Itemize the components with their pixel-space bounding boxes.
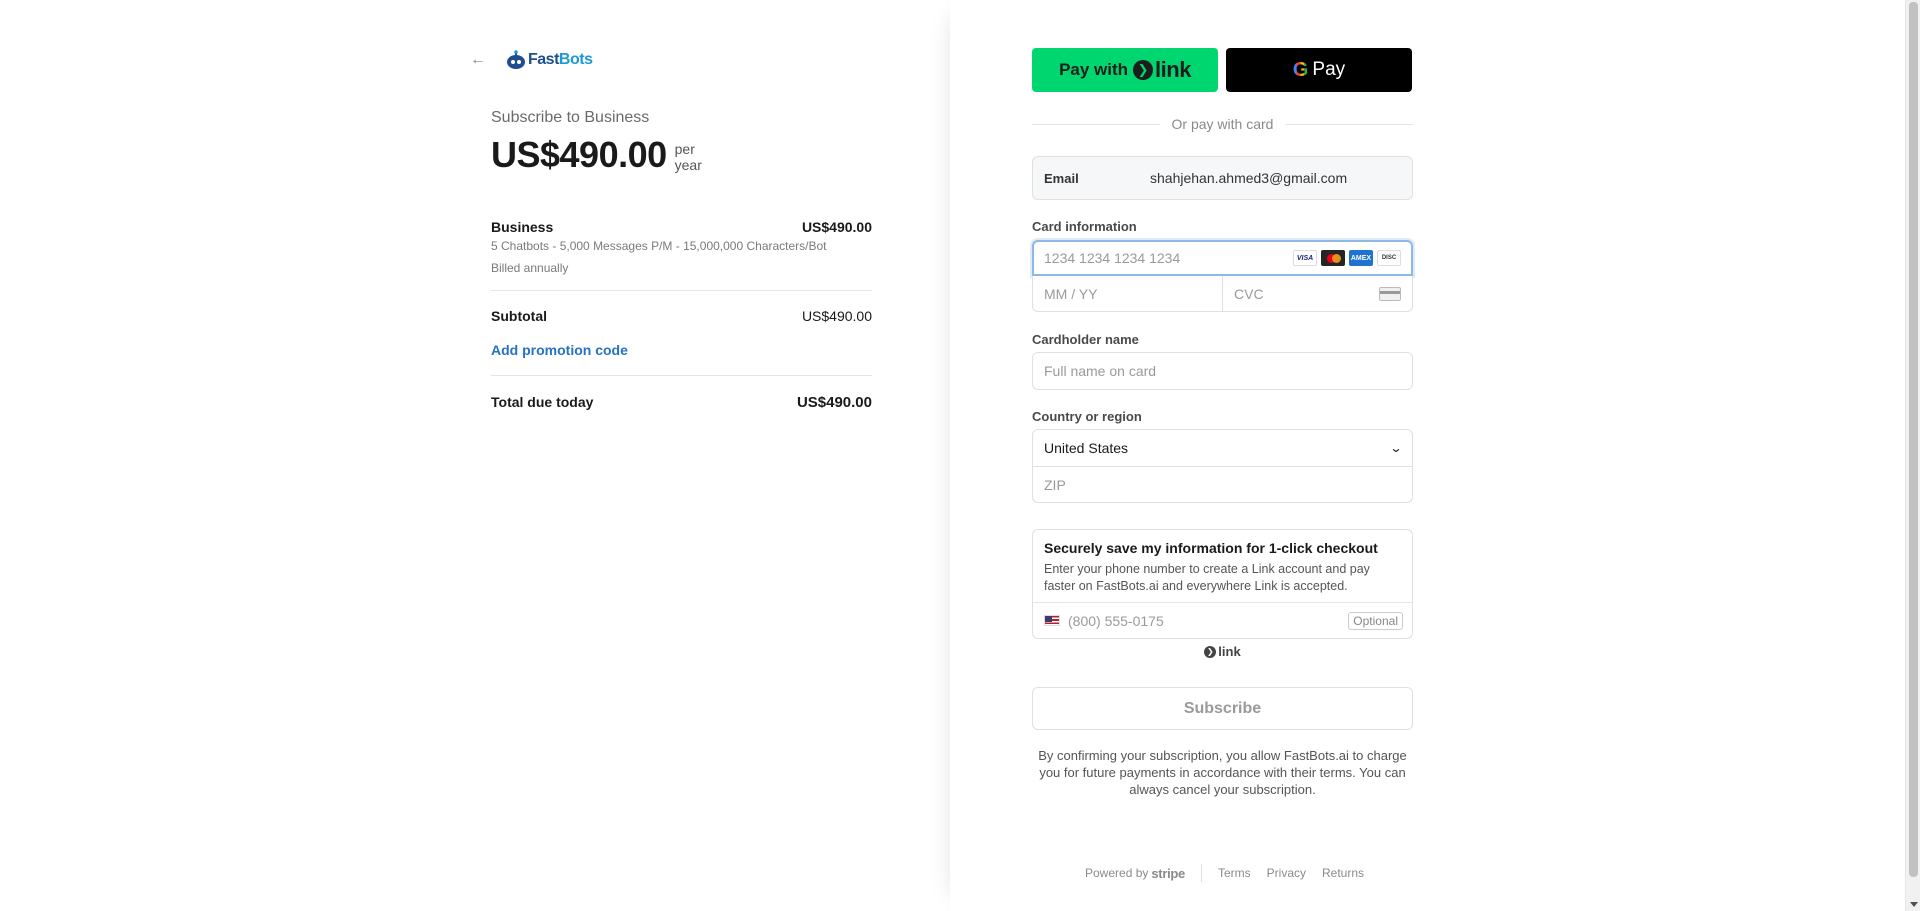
divider: [491, 290, 872, 291]
subscribe-title: Subscribe to Business: [491, 109, 650, 126]
footer: Powered by stripe Terms Privacy Returns: [1085, 864, 1380, 882]
us-flag-icon[interactable]: [1044, 615, 1060, 626]
link-logo: ❯ link: [1133, 57, 1191, 83]
wallet-buttons: Pay with ❯ link G Pay: [1032, 48, 1412, 92]
price: US$490.00: [491, 134, 667, 175]
card-info-label: Card information: [1032, 219, 1137, 234]
country-select[interactable]: United States ⌄: [1032, 429, 1413, 467]
scrollbar[interactable]: [1905, 0, 1920, 911]
pay-with-link-button[interactable]: Pay with ❯ link: [1032, 48, 1218, 92]
robot-icon: [507, 50, 525, 69]
cvc-input[interactable]: CVC: [1223, 276, 1413, 312]
terms-link[interactable]: Terms: [1218, 866, 1251, 880]
card-expiry-cvc: MM / YY CVC: [1032, 276, 1413, 312]
email-value: shahjehan.ahmed3@gmail.com: [1150, 170, 1348, 186]
total-amount: US$490.00: [796, 394, 872, 411]
returns-link[interactable]: Returns: [1322, 866, 1364, 880]
country-label: Country or region: [1032, 409, 1142, 424]
link-arrow-icon: ❯: [1133, 60, 1154, 80]
header: ← FastBots: [470, 50, 593, 70]
line-item: Business US$490.00 5 Chatbots - 5,000 Me…: [491, 219, 872, 275]
google-g-icon: G: [1292, 58, 1309, 81]
cardholder-label: Cardholder name: [1032, 332, 1139, 347]
save-info-description: Enter your phone number to create a Link…: [1044, 562, 1370, 593]
link-save-info-box: Securely save my information for 1-click…: [1032, 529, 1413, 639]
subscribe-button[interactable]: Subscribe: [1032, 687, 1413, 730]
subtotal-label: Subtotal: [491, 308, 547, 324]
scroll-down-icon[interactable]: [1910, 902, 1918, 907]
total-row: Total due today US$490.00: [491, 394, 872, 411]
link-arrow-icon: ❯: [1204, 645, 1217, 658]
total-label: Total due today: [491, 394, 594, 410]
privacy-link[interactable]: Privacy: [1267, 866, 1306, 880]
mastercard-icon: [1321, 250, 1345, 266]
cardholder-name-input[interactable]: Full name on card: [1032, 352, 1413, 390]
phone-input[interactable]: (800) 555-0175 Optional: [1044, 602, 1403, 639]
price-period: per year: [674, 141, 702, 173]
fastbots-logo[interactable]: FastBots: [506, 50, 593, 70]
line-item-billing: Billed annually: [491, 261, 569, 275]
stripe-logo[interactable]: stripe: [1151, 866, 1185, 881]
subtotal-row: Subtotal US$490.00: [491, 308, 872, 324]
zip-input[interactable]: ZIP: [1032, 467, 1413, 503]
card-number-input[interactable]: 1234 1234 1234 1234 VISA AMEX DISC: [1032, 240, 1413, 276]
cvc-card-icon: [1379, 286, 1401, 301]
email-field[interactable]: Email shahjehan.ahmed3@gmail.com: [1032, 156, 1413, 200]
back-arrow-icon[interactable]: ←: [470, 51, 490, 69]
google-pay-button[interactable]: G Pay: [1226, 48, 1412, 92]
email-label: Email: [1044, 170, 1079, 186]
or-divider: Or pay with card: [1032, 116, 1413, 132]
expiry-input[interactable]: MM / YY: [1032, 276, 1223, 312]
powered-by-text: Powered by: [1085, 866, 1149, 880]
optional-badge: Optional: [1348, 611, 1403, 630]
chevron-down-icon: ⌄: [1389, 441, 1403, 455]
discover-icon: DISC: [1377, 250, 1401, 266]
price-row: US$490.00 per year: [491, 135, 702, 175]
subtotal-amount: US$490.00: [801, 308, 872, 324]
divider: [491, 375, 872, 376]
country-zip-group: United States ⌄ ZIP: [1032, 429, 1413, 503]
add-promotion-code-button[interactable]: Add promotion code: [491, 342, 628, 358]
line-item-name: Business: [491, 219, 554, 235]
visa-icon: VISA: [1293, 250, 1317, 266]
line-item-amount: US$490.00: [801, 219, 872, 235]
line-item-description: 5 Chatbots - 5,000 Messages P/M - 15,000…: [491, 239, 827, 253]
link-badge: ❯ link: [1032, 644, 1413, 659]
amex-icon: AMEX: [1349, 250, 1373, 266]
order-summary-pane: ← FastBots Subscribe to Business US$490.…: [0, 0, 950, 911]
scrollbar-thumb[interactable]: [1909, 2, 1918, 877]
card-brands: VISA AMEX DISC: [1293, 250, 1401, 266]
save-info-title: Securely save my information for 1-click…: [1044, 540, 1378, 556]
logo-text: FastBots: [528, 51, 593, 68]
consent-text: By confirming your subscription, you all…: [1038, 748, 1407, 797]
